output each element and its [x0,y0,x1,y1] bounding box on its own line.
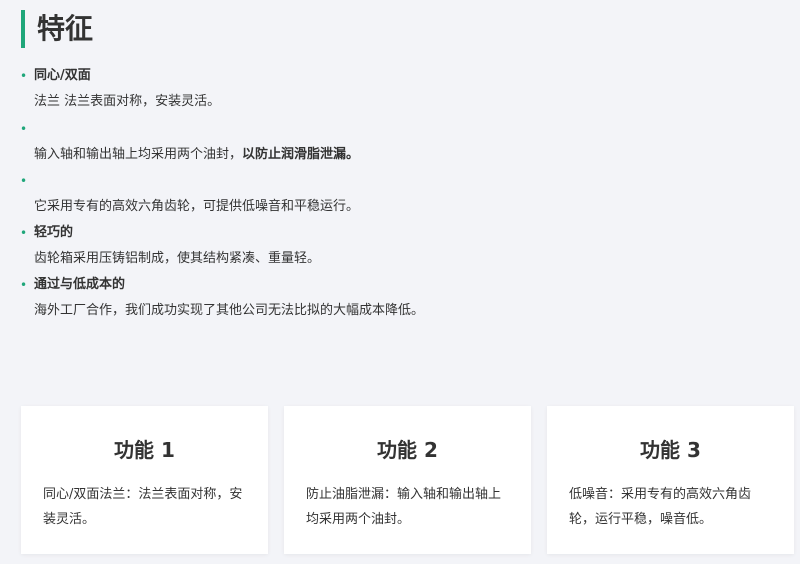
feature-desc-bold: 以防止润滑脂泄漏。 [242,147,360,162]
feature-title: 同心/双面 [34,68,91,83]
function-card-1: 功能 1 同心/双面法兰：法兰表面对称，安装灵活。 [21,406,268,554]
dot-bullet-icon: • [20,69,28,83]
feature-desc-plain: 输入轴和输出轴上均采用两个油封， [34,147,243,162]
feature-desc: 海外工厂合作，我们成功实现了其他公司无法比拟的大幅成本降低。 [34,303,425,318]
feature-desc: 输入轴和输出轴上均采用两个油封，以防止润滑脂泄漏。 [34,139,359,171]
card-desc: 同心/双面法兰：法兰表面对称，安装灵活。 [43,487,243,527]
feature-title [34,119,359,139]
feature-desc: 它采用专有的高效六角齿轮，可提供低噪音和平稳运行。 [34,199,360,214]
feature-item: • 它采用专有的高效六角齿轮，可提供低噪音和平稳运行。 [20,171,359,223]
feature-item: • 轻巧的 齿轮箱采用压铸铝制成，使其结构紧凑、重量轻。 [20,223,320,275]
function-card-2: 功能 2 防止油脂泄漏：输入轴和输出轴上均采用两个油封。 [284,406,531,554]
card-title: 功能 3 [640,438,701,462]
card-title: 功能 1 [114,438,175,462]
feature-title: 轻巧的 [34,225,74,240]
feature-item: • 通过与低成本的 海外工厂合作，我们成功实现了其他公司无法比拟的大幅成本降低。 [20,275,424,327]
function-card-3: 功能 3 低噪音：采用专有的高效六角齿轮，运行平稳，噪音低。 [547,406,794,554]
section-title: 特征 [21,10,93,48]
feature-item: • 同心/双面 法兰 法兰表面对称，安装灵活。 [20,66,220,118]
card-desc: 防止油脂泄漏：输入轴和输出轴上均采用两个油封。 [306,487,502,527]
dot-bullet-icon: • [20,278,28,292]
feature-item: • 输入轴和输出轴上均采用两个油封，以防止润滑脂泄漏。 [20,119,359,171]
card-desc: 低噪音：采用专有的高效六角齿轮，运行平稳，噪音低。 [569,487,752,527]
dot-bullet-icon: • [20,174,28,188]
dot-bullet-icon: • [20,122,28,136]
dot-bullet-icon: • [20,226,28,240]
card-title: 功能 2 [377,438,438,462]
feature-desc: 法兰 法兰表面对称，安装灵活。 [34,94,221,109]
features-page: 特征 • 同心/双面 法兰 法兰表面对称，安装灵活。 • 输入轴和输出轴上均采用… [0,0,800,564]
feature-desc: 齿轮箱采用压铸铝制成，使其结构紧凑、重量轻。 [34,251,321,266]
feature-title [34,171,359,191]
feature-title: 通过与低成本的 [34,277,126,292]
